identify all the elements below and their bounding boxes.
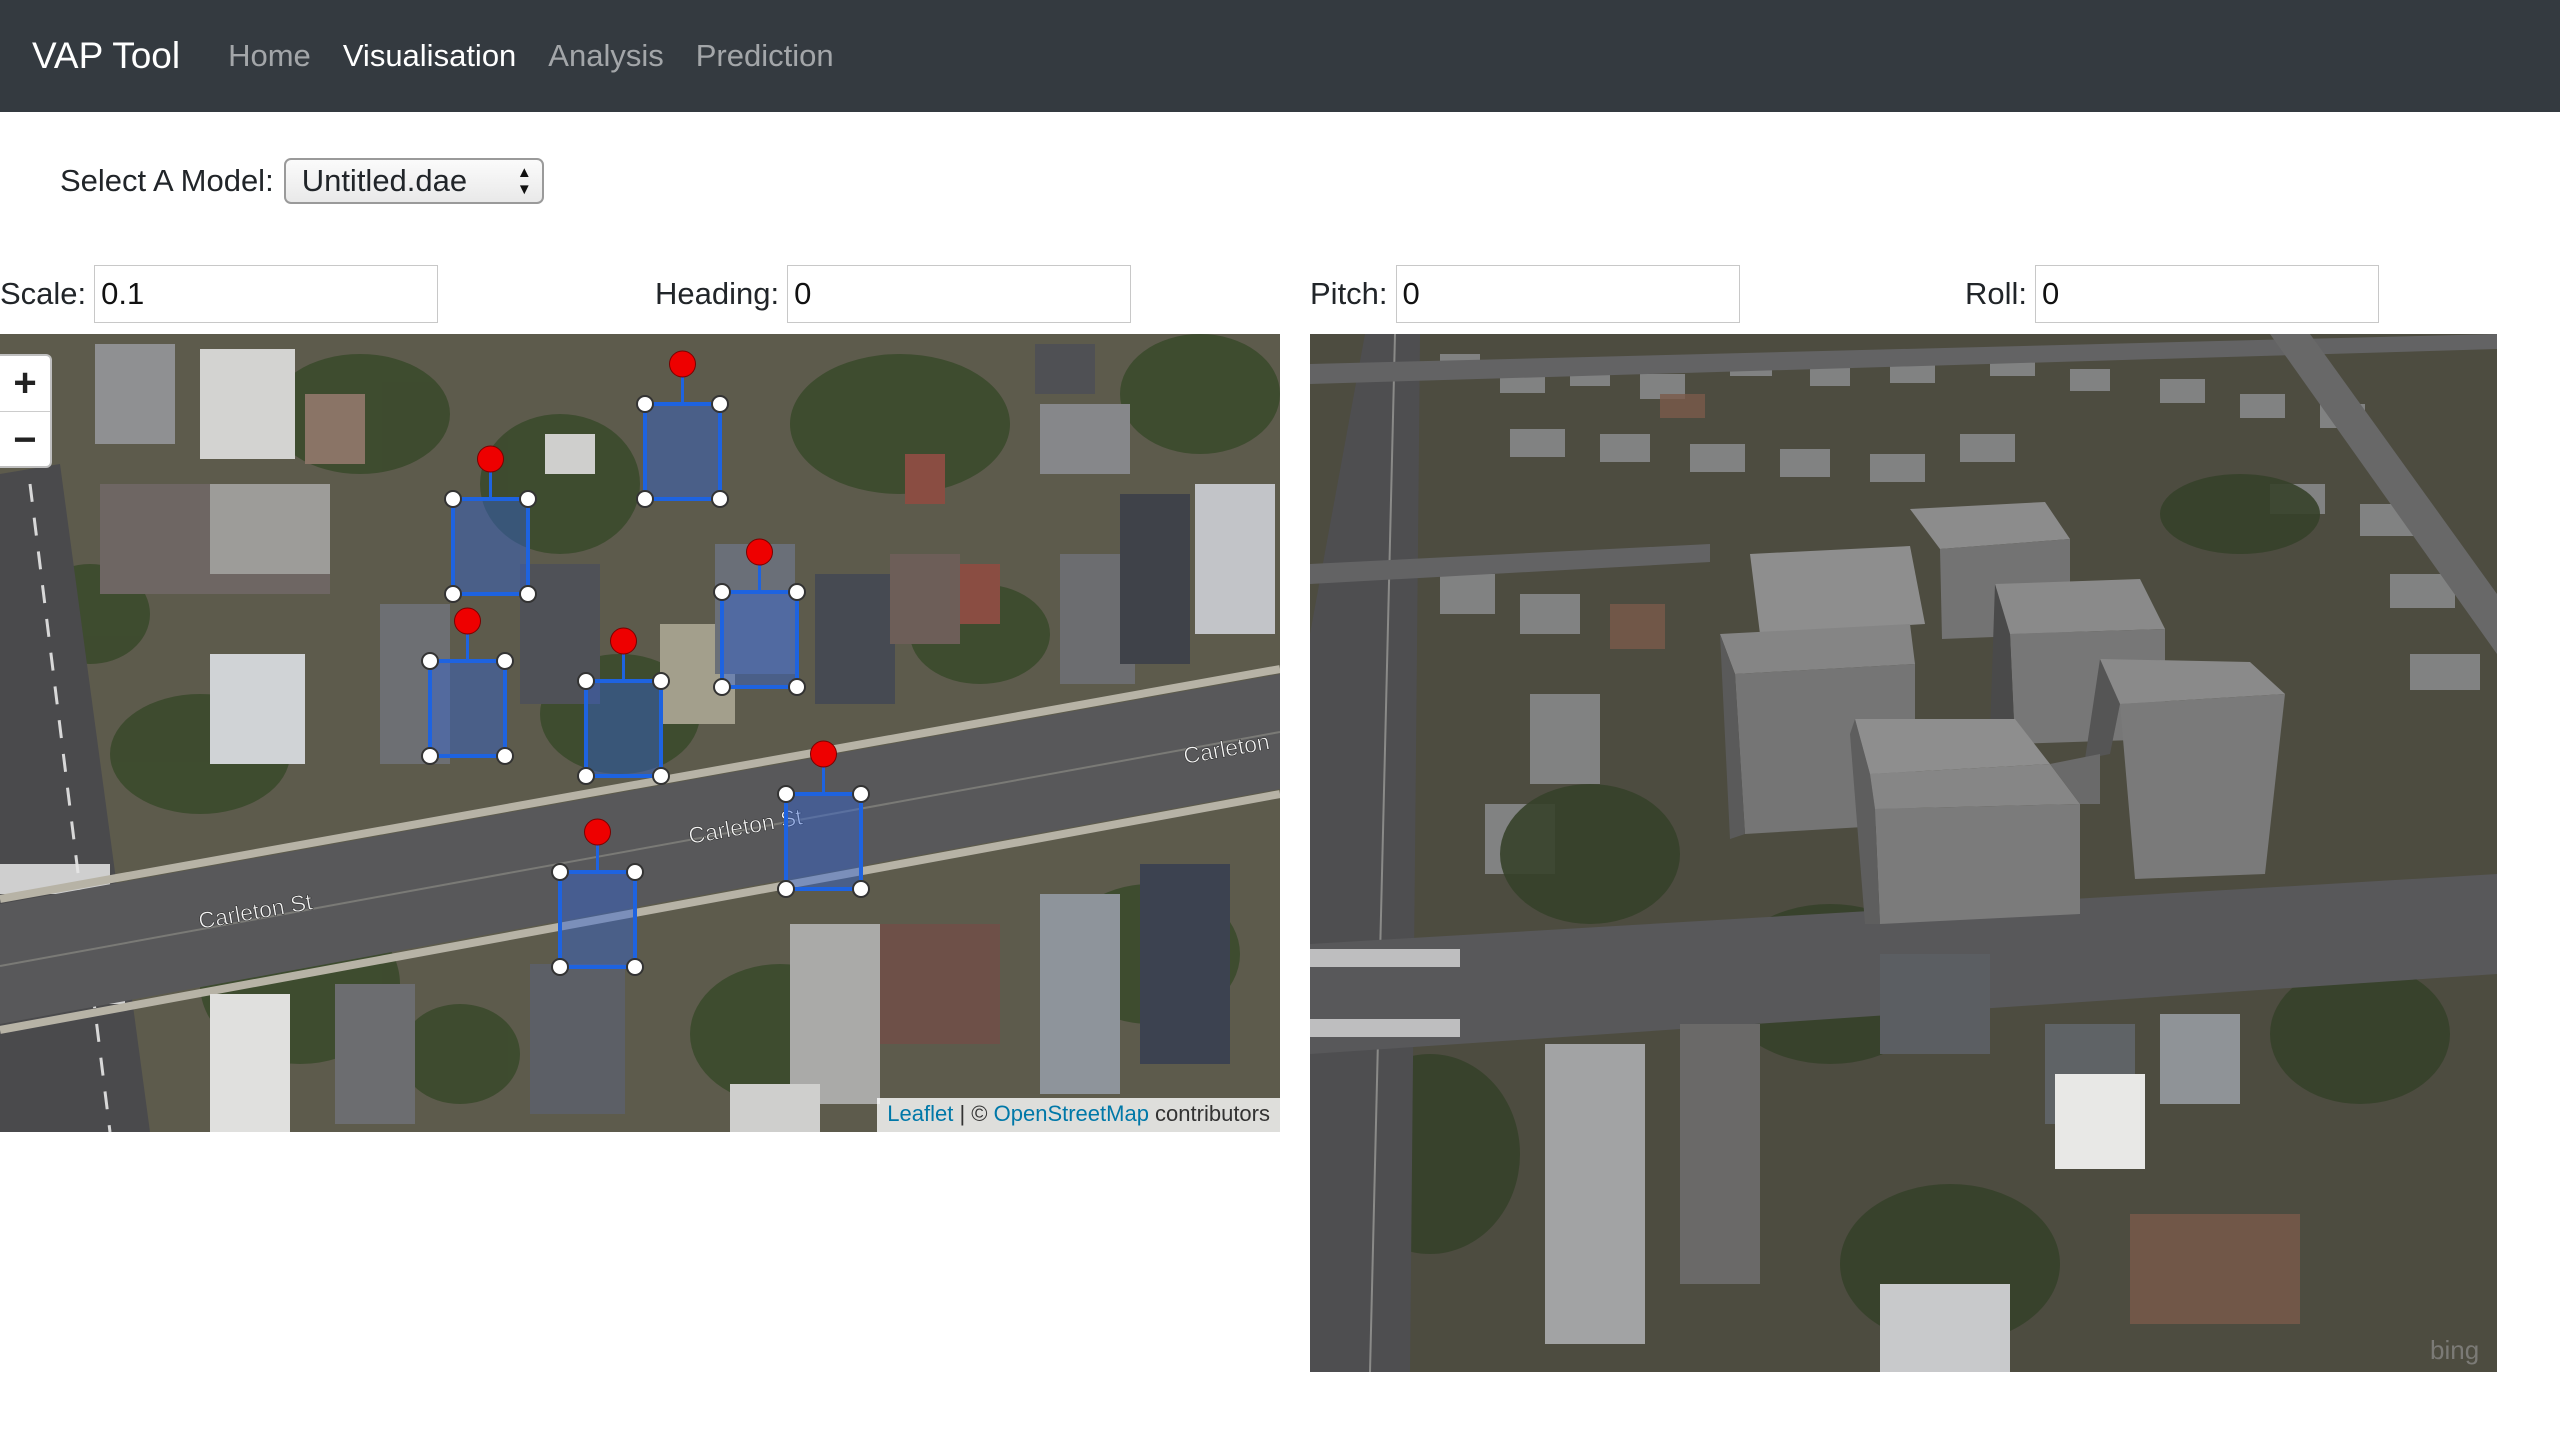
resize-handle[interactable] bbox=[626, 958, 644, 976]
nav-link-prediction[interactable]: Prediction bbox=[696, 38, 834, 74]
resize-handle[interactable] bbox=[444, 585, 462, 603]
model-select-label: Select A Model: bbox=[60, 163, 274, 198]
pitch-field: Pitch: bbox=[1310, 265, 1740, 323]
heading-input[interactable] bbox=[787, 265, 1132, 323]
rotate-handle[interactable] bbox=[454, 607, 481, 635]
resize-handle[interactable] bbox=[788, 583, 806, 601]
scale-label: Scale: bbox=[0, 276, 87, 311]
heading-label: Heading: bbox=[655, 276, 780, 311]
pitch-label: Pitch: bbox=[1310, 276, 1388, 311]
resize-handle[interactable] bbox=[444, 490, 462, 508]
nav-link-analysis[interactable]: Analysis bbox=[548, 38, 663, 74]
map-attribution: Leaflet | © OpenStreetMap contributors bbox=[877, 1098, 1280, 1132]
select-arrows-icon: ▲ ▼ bbox=[516, 164, 532, 198]
roll-field: Roll: bbox=[1965, 265, 2380, 323]
resize-handle[interactable] bbox=[577, 672, 595, 690]
rotate-handle[interactable] bbox=[810, 740, 837, 768]
rotate-handle[interactable] bbox=[669, 350, 696, 378]
zoom-out-button[interactable]: − bbox=[0, 412, 50, 468]
3d-scene[interactable]: bing bbox=[1310, 334, 2497, 1372]
model-select-value: Untitled.dae bbox=[301, 163, 468, 198]
brand-logo[interactable]: VAP Tool bbox=[32, 35, 180, 77]
rotate-handle[interactable] bbox=[477, 445, 504, 473]
resize-handle[interactable] bbox=[652, 767, 670, 785]
scale-input[interactable] bbox=[94, 265, 439, 323]
resize-handle[interactable] bbox=[711, 490, 729, 508]
resize-handle[interactable] bbox=[551, 958, 569, 976]
rotate-handle[interactable] bbox=[610, 627, 637, 655]
resize-handle[interactable] bbox=[496, 747, 514, 765]
pitch-input[interactable] bbox=[1395, 265, 1740, 323]
resize-handle[interactable] bbox=[421, 652, 439, 670]
resize-handle[interactable] bbox=[788, 678, 806, 696]
rotate-handle[interactable] bbox=[746, 538, 773, 566]
zoom-control: + − bbox=[0, 354, 52, 468]
roll-input[interactable] bbox=[2035, 265, 2380, 323]
nav-link-visualisation[interactable]: Visualisation bbox=[343, 38, 516, 74]
resize-handle[interactable] bbox=[777, 880, 795, 898]
resize-handle[interactable] bbox=[421, 747, 439, 765]
zoom-in-button[interactable]: + bbox=[0, 356, 50, 412]
model-select-row: Select A Model: Untitled.dae ▲ ▼ bbox=[60, 158, 544, 204]
bing-watermark: bing bbox=[2430, 1335, 2479, 1365]
resize-handle[interactable] bbox=[577, 767, 595, 785]
leaflet-link[interactable]: Leaflet bbox=[887, 1101, 953, 1126]
scale-field: Scale: bbox=[0, 265, 439, 323]
resize-handle[interactable] bbox=[519, 490, 537, 508]
3d-view[interactable]: bing bbox=[1310, 334, 2497, 1372]
map-2d[interactable]: Carleton St Carleton St Carleton + − Lea… bbox=[0, 334, 1280, 1132]
resize-handle[interactable] bbox=[551, 863, 569, 881]
roll-label: Roll: bbox=[1965, 276, 2028, 311]
resize-handle[interactable] bbox=[626, 863, 644, 881]
attribution-sep: | © bbox=[953, 1101, 994, 1126]
osm-link[interactable]: OpenStreetMap bbox=[994, 1101, 1149, 1126]
resize-handle[interactable] bbox=[713, 678, 731, 696]
nav-link-home[interactable]: Home bbox=[228, 38, 311, 74]
satellite-map[interactable]: Carleton St Carleton St Carleton bbox=[0, 334, 1280, 1132]
resize-handle[interactable] bbox=[636, 395, 654, 413]
resize-handle[interactable] bbox=[777, 785, 795, 803]
resize-handle[interactable] bbox=[852, 785, 870, 803]
model-select[interactable]: Untitled.dae ▲ ▼ bbox=[283, 158, 544, 204]
resize-handle[interactable] bbox=[713, 583, 731, 601]
heading-field: Heading: bbox=[655, 265, 1132, 323]
resize-handle[interactable] bbox=[652, 672, 670, 690]
resize-handle[interactable] bbox=[711, 395, 729, 413]
attribution-suffix: contributors bbox=[1148, 1101, 1270, 1126]
resize-handle[interactable] bbox=[496, 652, 514, 670]
resize-handle[interactable] bbox=[852, 880, 870, 898]
rotate-handle[interactable] bbox=[584, 818, 611, 846]
resize-handle[interactable] bbox=[636, 490, 654, 508]
resize-handle[interactable] bbox=[519, 585, 537, 603]
navbar: VAP Tool Home Visualisation Analysis Pre… bbox=[0, 0, 2560, 112]
